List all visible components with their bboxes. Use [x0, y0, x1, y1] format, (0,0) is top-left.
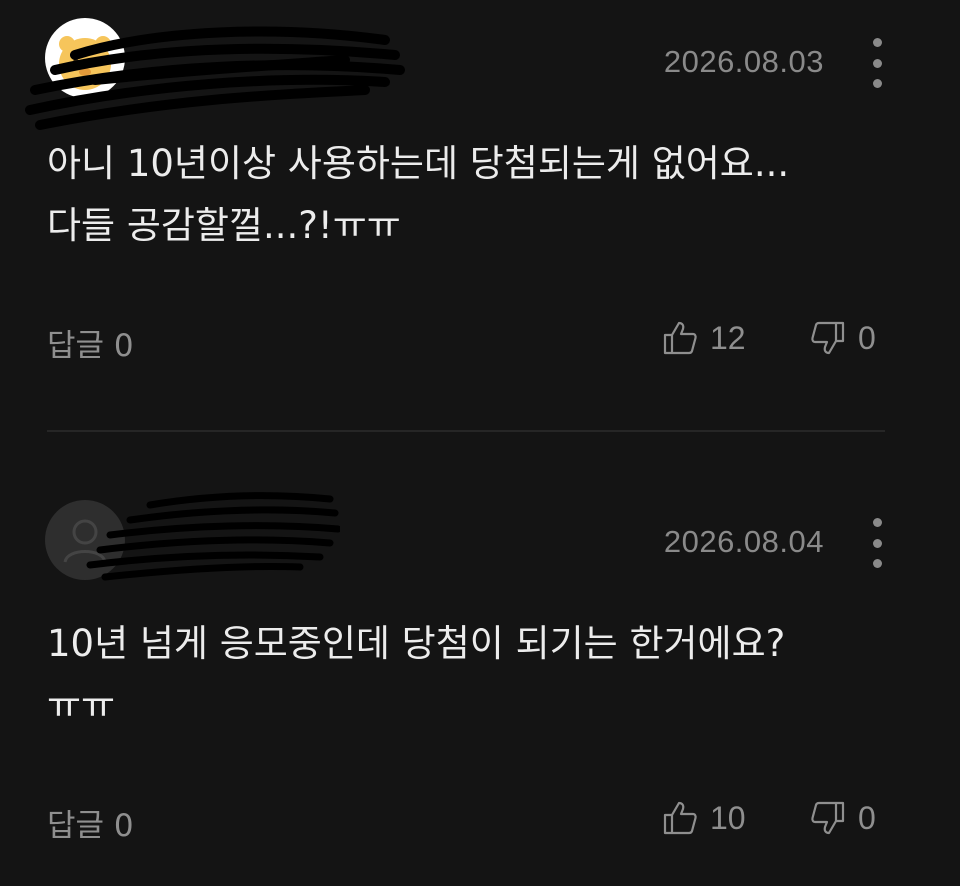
more-options-icon[interactable]	[864, 38, 890, 88]
thumbs-down-icon	[811, 801, 845, 835]
comment-text: 10년 넘게 응모중인데 당첨이 되기는 한거에요? ㅠㅠ	[47, 613, 907, 737]
thumbs-up-icon	[663, 321, 697, 355]
like-button[interactable]: 10	[660, 798, 746, 838]
thumbs-up-icon	[663, 801, 697, 835]
dislike-count: 0	[858, 319, 876, 356]
dislike-button[interactable]: 0	[808, 798, 876, 838]
like-button[interactable]: 12	[660, 318, 746, 358]
comment-text-line: ㅠㅠ	[47, 684, 116, 727]
reply-button[interactable]: 답글 0	[47, 320, 134, 365]
comment-item: 2026.08.03 아니 10년이상 사용하는데 당첨되는게 없어요... 다…	[0, 0, 960, 430]
character-avatar-icon	[59, 36, 111, 90]
thumbs-down-icon	[811, 321, 845, 355]
reply-button[interactable]: 답글 0	[47, 800, 134, 845]
comment-text-line: 10년 넘게 응모중인데 당첨이 되기는 한거에요?	[47, 622, 786, 665]
comment-text-line: 아니 10년이상 사용하는데 당첨되는게 없어요...	[47, 142, 790, 185]
comment-text: 아니 10년이상 사용하는데 당첨되는게 없어요... 다들 공감할껄...?!…	[47, 133, 907, 257]
divider	[47, 430, 885, 432]
default-user-icon	[63, 519, 107, 563]
like-count: 10	[710, 799, 746, 836]
avatar[interactable]	[45, 18, 125, 98]
comment-date: 2026.08.03	[663, 44, 824, 79]
dislike-count: 0	[858, 799, 876, 836]
comment-text-line: 다들 공감할껄...?!ㅠㅠ	[47, 204, 401, 247]
like-count: 12	[710, 319, 746, 356]
avatar[interactable]	[45, 500, 125, 580]
dislike-button[interactable]: 0	[808, 318, 876, 358]
more-options-icon[interactable]	[864, 518, 890, 568]
comment-item: 2026.08.04 10년 넘게 응모중인데 당첨이 되기는 한거에요? ㅠㅠ…	[0, 480, 960, 886]
comment-date: 2026.08.04	[663, 524, 824, 559]
